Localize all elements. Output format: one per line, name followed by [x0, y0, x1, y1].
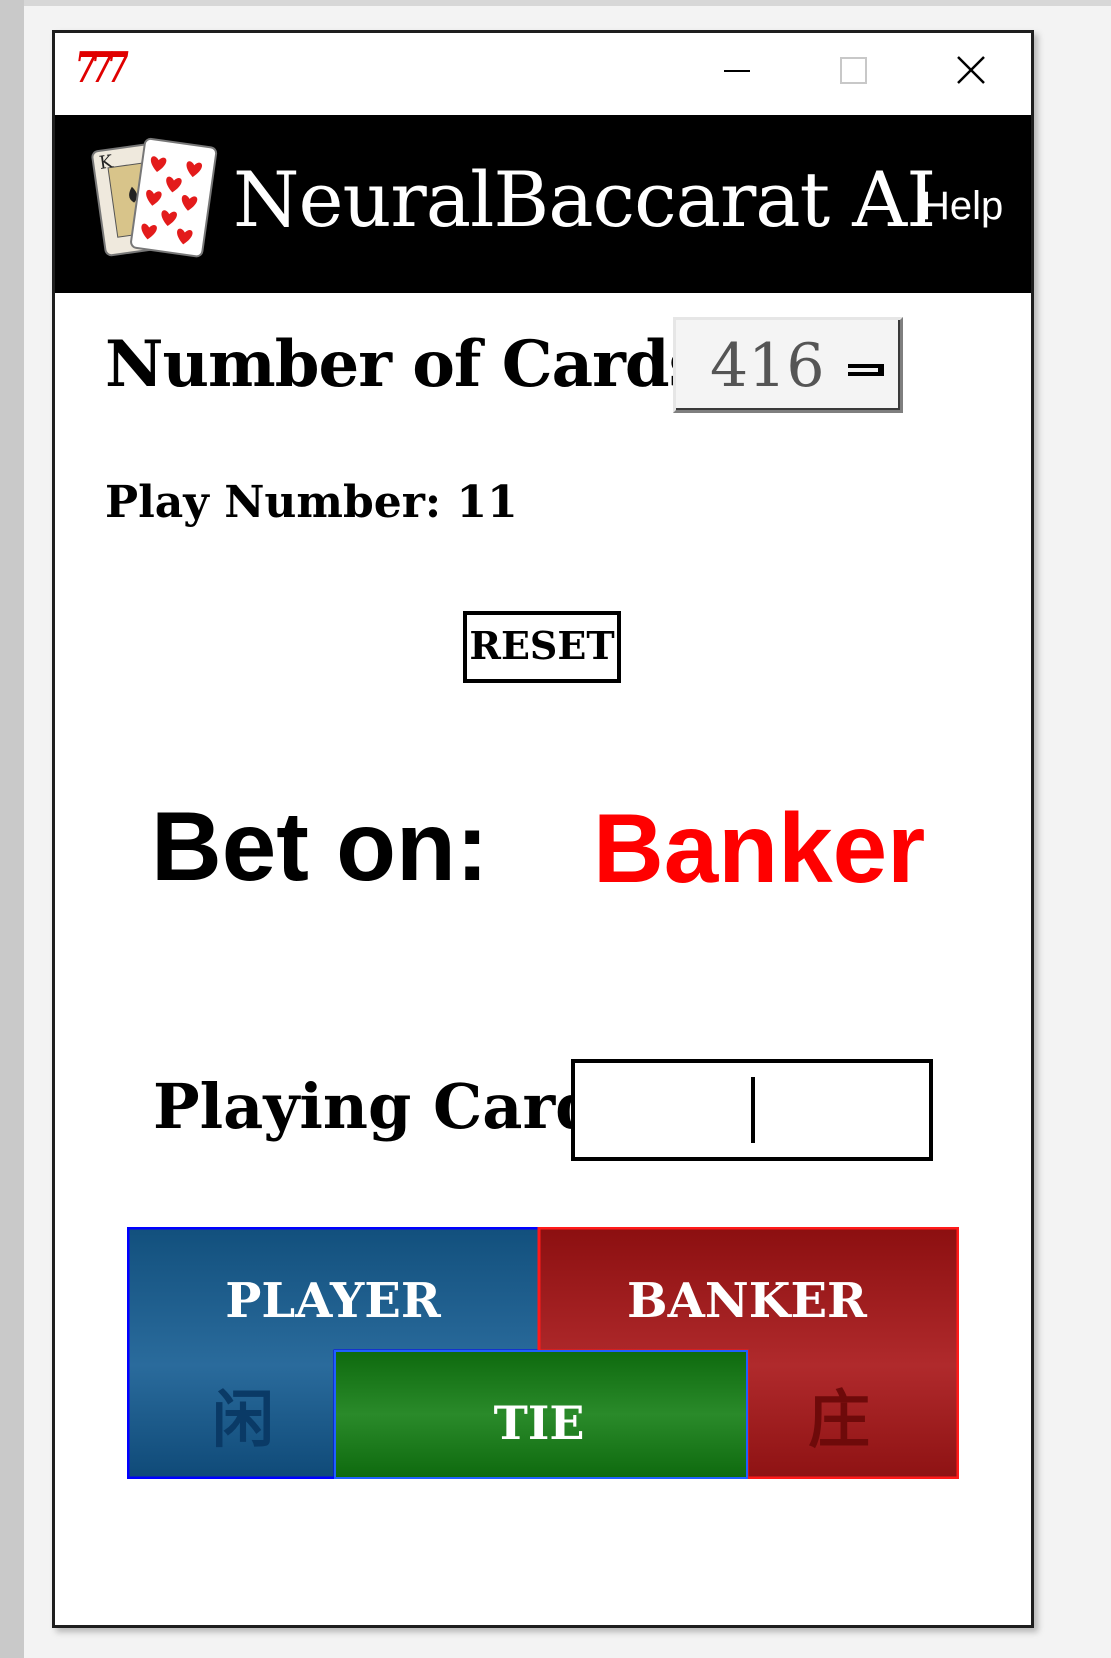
dropdown-indicator-icon — [848, 364, 884, 376]
play-number-text: Play Number: 11 — [105, 477, 518, 528]
playing-cards-icon: K — [91, 137, 218, 258]
text-cursor — [751, 1077, 755, 1143]
banker-label: BANKER — [627, 1273, 868, 1329]
tie-label: TIE — [494, 1396, 585, 1450]
maximize-button[interactable] — [823, 49, 883, 95]
bet-on-label: Bet on: — [151, 791, 489, 901]
close-icon — [957, 56, 985, 84]
playing-cards-label: Playing Cards — [153, 1070, 634, 1143]
reset-button[interactable]: RESET — [463, 611, 621, 683]
minimize-icon — [724, 70, 750, 72]
desktop-background-top — [24, 0, 1111, 6]
player-chinese-label: 闲 — [212, 1383, 274, 1456]
number-of-cards-value: 416 — [710, 331, 825, 401]
app-title: NeuralBaccarat AI — [233, 155, 936, 244]
close-button[interactable] — [941, 49, 1001, 95]
app-icon-777: 777 — [75, 43, 129, 92]
playing-cards-input[interactable] — [571, 1059, 933, 1161]
betting-table: PLAYER BANKER TIE 闲 庄 — [127, 1227, 959, 1479]
window-titlebar[interactable]: 777 — [55, 33, 1031, 115]
banker-chinese-label: 庄 — [808, 1383, 870, 1456]
help-link[interactable]: Help — [921, 181, 1003, 231]
app-window: 777 K NeuralBaccarat AI Help Number of C… — [52, 30, 1034, 1628]
player-label: PLAYER — [225, 1273, 442, 1329]
bet-on-value: Banker — [593, 793, 926, 903]
number-of-cards-label: Number of Cards — [105, 327, 705, 402]
desktop-background — [0, 0, 24, 1658]
app-header: K NeuralBaccarat AI Help — [55, 115, 1031, 293]
number-of-cards-dropdown[interactable]: 416 — [673, 317, 903, 413]
maximize-icon — [840, 57, 867, 84]
minimize-button[interactable] — [707, 49, 767, 95]
